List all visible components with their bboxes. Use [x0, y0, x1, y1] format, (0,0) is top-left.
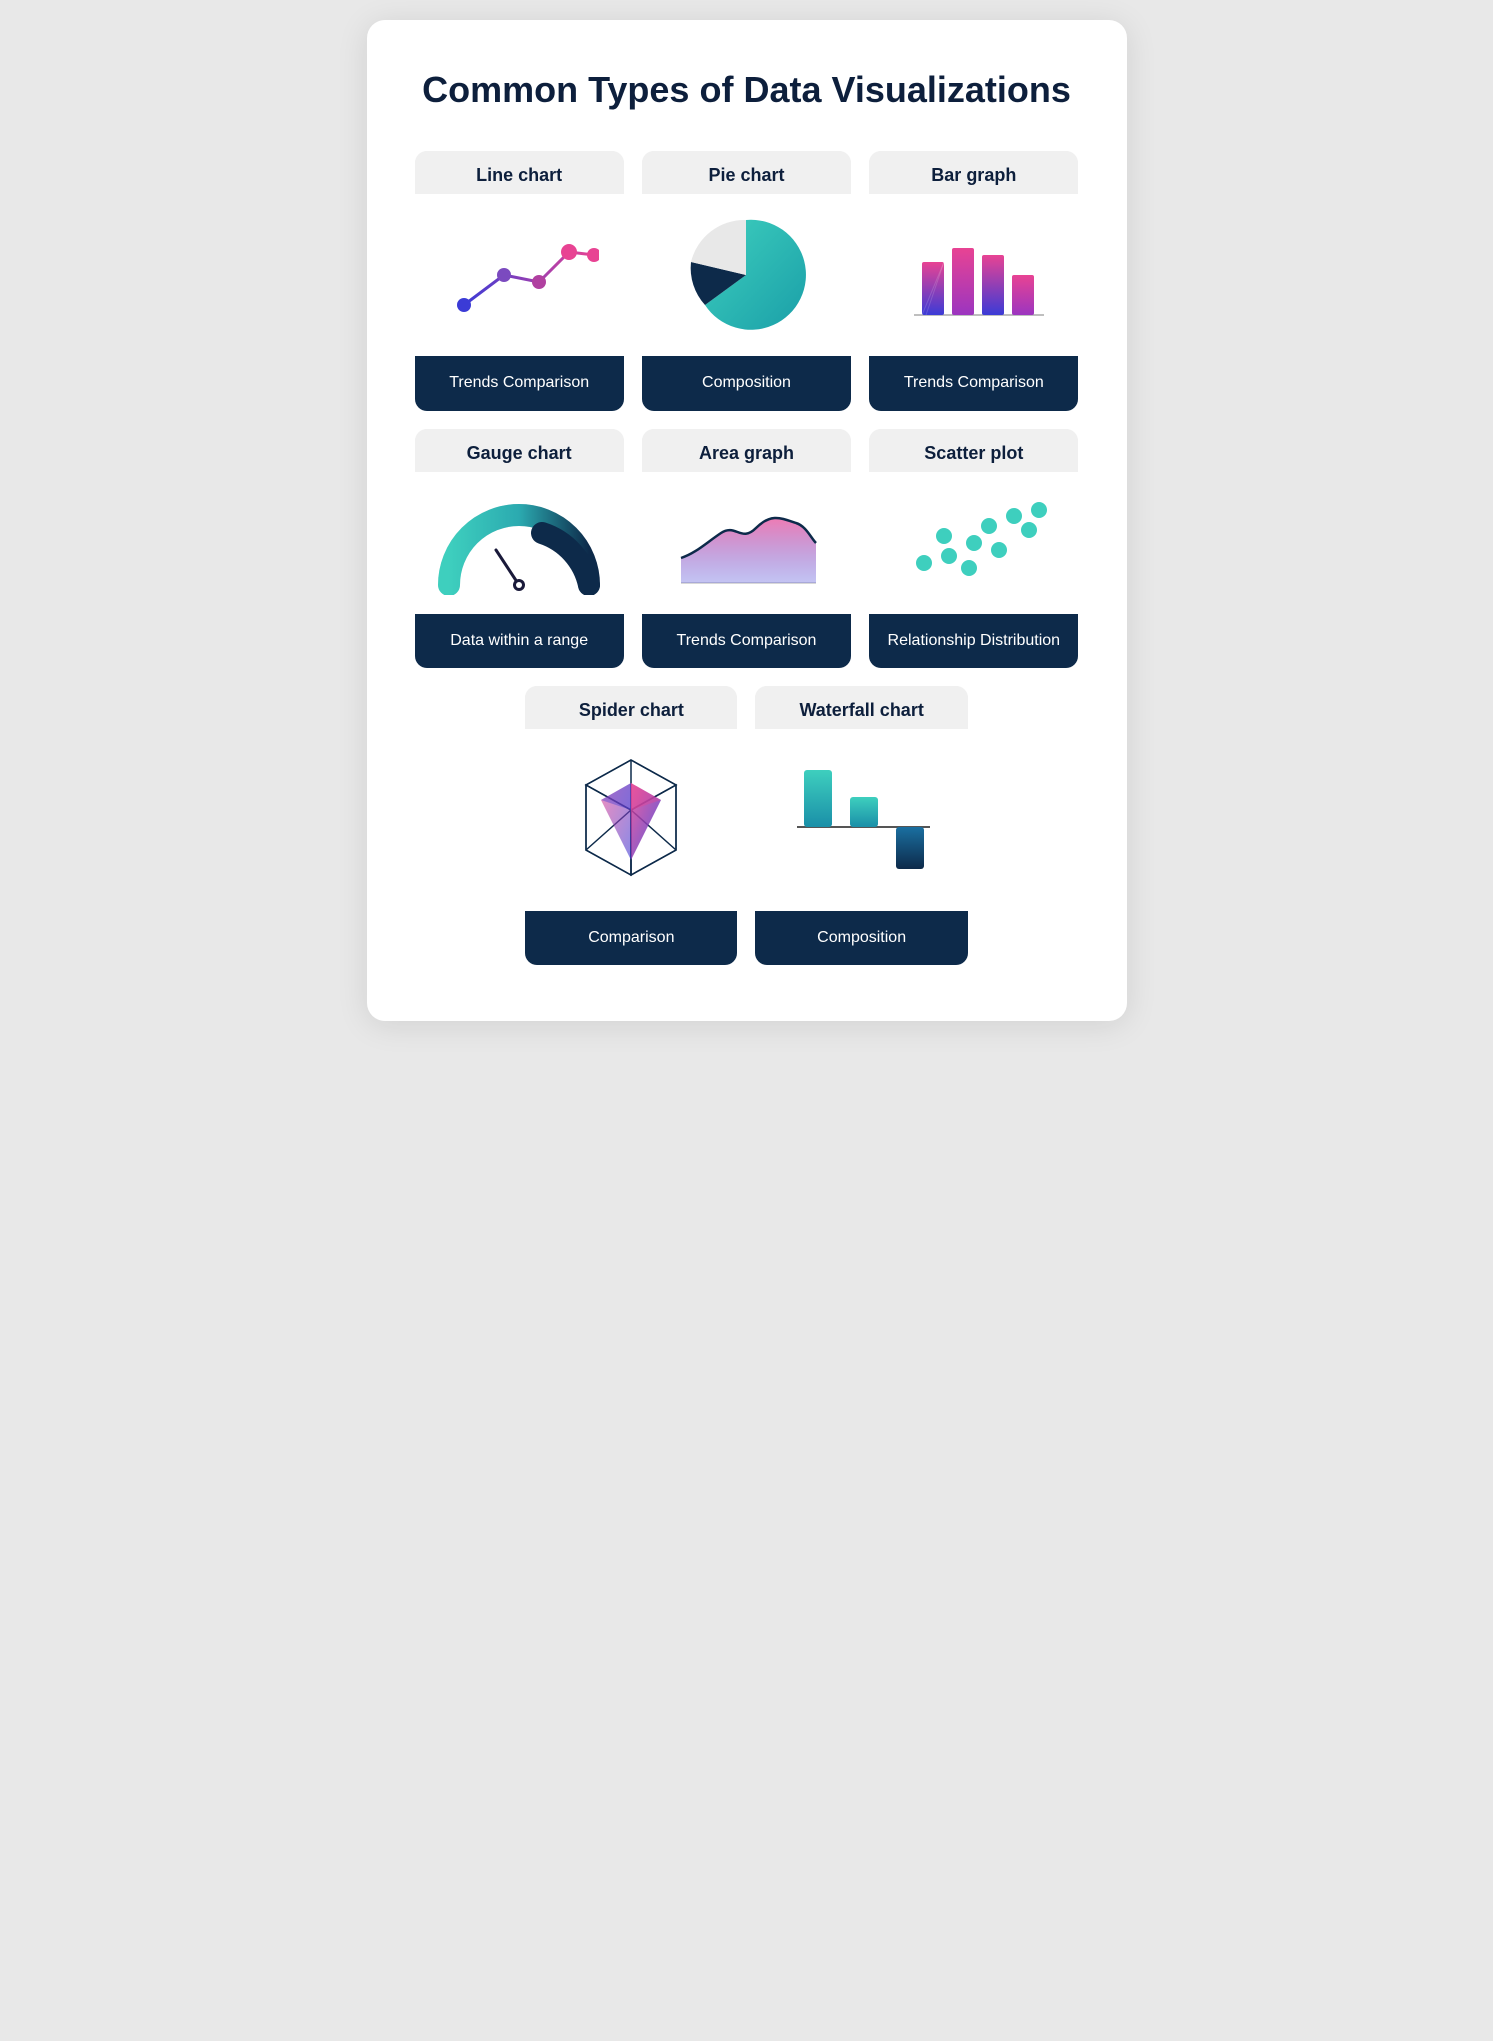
pie-chart-visual	[642, 194, 851, 356]
line-chart-header: Line chart	[415, 151, 624, 194]
scatter-plot-visual	[869, 472, 1078, 614]
line-chart-visual	[415, 194, 624, 356]
scatter-plot-label: Relationship Distribution	[869, 614, 1078, 668]
gauge-chart-visual	[415, 472, 624, 614]
row-1: Line chart	[415, 151, 1079, 410]
gauge-chart-icon	[434, 490, 604, 595]
area-graph-icon	[666, 488, 826, 598]
row-3: Spider chart	[525, 686, 968, 965]
card-line-chart: Line chart	[415, 151, 624, 410]
line-chart-icon	[439, 220, 599, 330]
pie-chart-icon	[681, 210, 811, 340]
pie-chart-label: Composition	[642, 356, 851, 410]
bar-graph-header: Bar graph	[869, 151, 1078, 194]
spider-chart-visual	[525, 729, 737, 911]
waterfall-chart-visual	[755, 729, 967, 911]
scatter-plot-header: Scatter plot	[869, 429, 1078, 472]
page-title: Common Types of Data Visualizations	[415, 68, 1079, 111]
card-scatter-plot: Scatter plot Relationship Distribution	[869, 429, 1078, 668]
area-graph-label: Trends Comparison	[642, 614, 851, 668]
pie-chart-header: Pie chart	[642, 151, 851, 194]
waterfall-chart-icon	[782, 755, 942, 885]
card-bar-graph: Bar graph	[869, 151, 1078, 410]
spider-chart-label: Comparison	[525, 911, 737, 965]
scatter-plot-icon	[894, 488, 1054, 598]
waterfall-chart-header: Waterfall chart	[755, 686, 967, 729]
gauge-chart-label: Data within a range	[415, 614, 624, 668]
spider-chart-icon	[556, 745, 706, 895]
row-2: Gauge chart	[415, 429, 1079, 668]
waterfall-chart-label: Composition	[755, 911, 967, 965]
bar-graph-visual	[869, 194, 1078, 356]
bar-graph-label: Trends Comparison	[869, 356, 1078, 410]
page-container: Common Types of Data Visualizations Line…	[367, 20, 1127, 1021]
card-waterfall-chart: Waterfall chart	[755, 686, 967, 965]
spider-chart-header: Spider chart	[525, 686, 737, 729]
area-graph-header: Area graph	[642, 429, 851, 472]
gauge-chart-header: Gauge chart	[415, 429, 624, 472]
bar-graph-icon	[894, 220, 1054, 330]
card-gauge-chart: Gauge chart	[415, 429, 624, 668]
card-pie-chart: Pie chart Composit	[642, 151, 851, 410]
card-spider-chart: Spider chart	[525, 686, 737, 965]
area-graph-visual	[642, 472, 851, 614]
line-chart-label: Trends Comparison	[415, 356, 624, 410]
card-area-graph: Area graph	[642, 429, 851, 668]
